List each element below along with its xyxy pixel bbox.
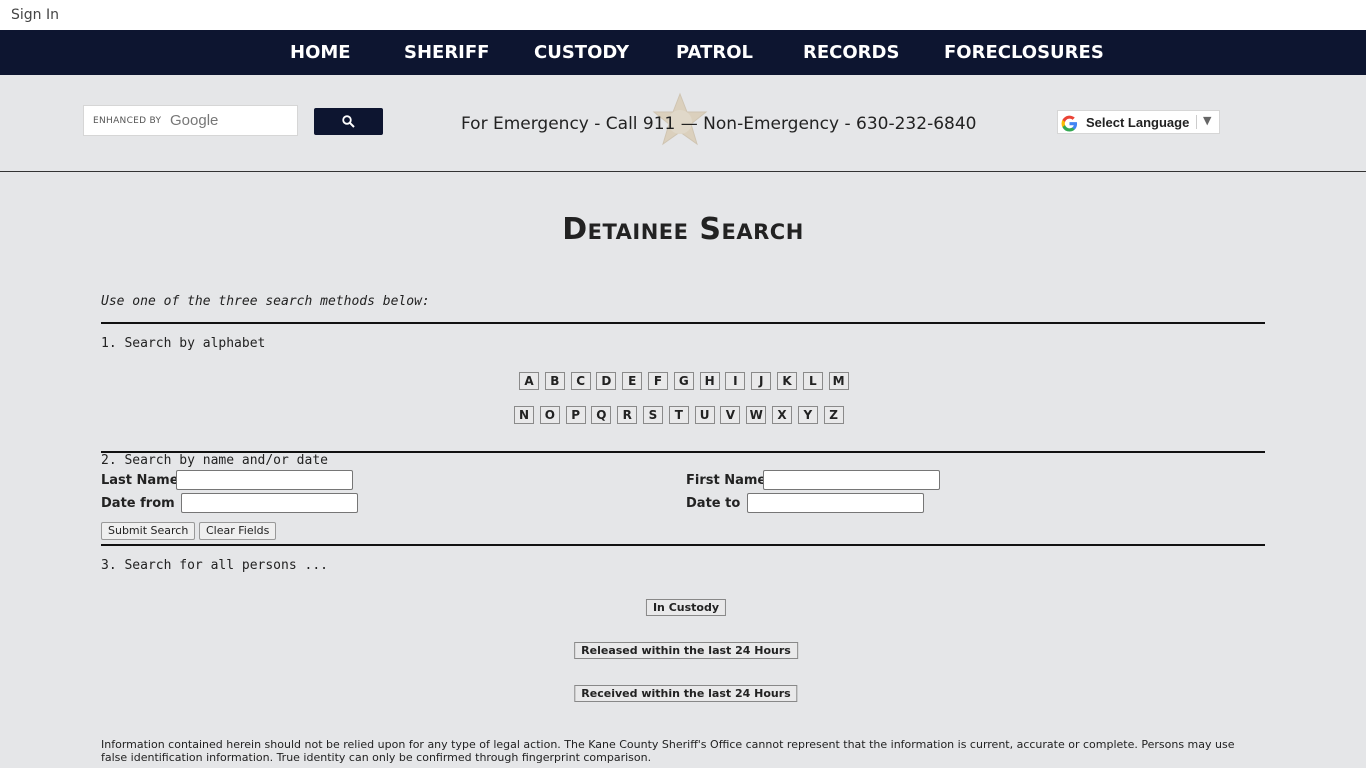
letter-button-k[interactable]: K [777, 372, 797, 390]
language-divider [1196, 115, 1197, 129]
date-to-field[interactable] [747, 493, 924, 513]
letter-button-b[interactable]: B [544, 372, 565, 390]
date-from-field[interactable] [181, 493, 358, 513]
date-to-label: Date to [686, 496, 741, 511]
in-custody-button[interactable]: In Custody [645, 599, 727, 616]
search-icon [342, 115, 355, 128]
alphabet-section-label: 1. Search by alphabet [101, 336, 266, 351]
emergency-phone-text: For Emergency - Call 911 — Non-Emergency… [461, 114, 977, 134]
language-select[interactable]: Select Language ▼ [1057, 110, 1220, 134]
letter-button-x[interactable]: X [772, 406, 792, 424]
letter-button-f[interactable]: F [648, 372, 668, 390]
last-name-label: Last Name [101, 473, 179, 488]
nav-custody[interactable]: CUSTODY [534, 42, 629, 63]
main-nav: HOME SHERIFF CUSTODY PATROL RECORDS FORE… [0, 30, 1366, 75]
letter-button-h[interactable]: H [699, 372, 720, 390]
letter-button-y[interactable]: Y [797, 406, 818, 424]
google-label: Google [170, 112, 219, 129]
nav-sheriff[interactable]: SHERIFF [404, 42, 489, 63]
top-bar: Sign In [0, 0, 1366, 30]
letter-button-a[interactable]: A [519, 372, 539, 390]
google-g-icon [1061, 115, 1078, 132]
disclaimer-text: Information contained herein should not … [101, 738, 1235, 764]
letter-button-o[interactable]: O [539, 406, 560, 424]
enhanced-by-label: ENHANCED BY [93, 116, 162, 126]
first-name-label: First Name [686, 473, 767, 488]
nav-records[interactable]: RECORDS [803, 42, 899, 63]
all-persons-section-label: 3. Search for all persons ... [101, 558, 328, 573]
letter-button-q[interactable]: Q [591, 406, 612, 424]
letter-button-r[interactable]: R [617, 406, 638, 424]
divider [101, 544, 1265, 546]
letter-button-g[interactable]: G [673, 372, 694, 390]
received-24h-button[interactable]: Received within the last 24 Hours [574, 685, 798, 702]
last-name-field[interactable] [176, 470, 353, 490]
submit-search-button[interactable]: Submit Search [101, 522, 196, 540]
nav-patrol[interactable]: PATROL [676, 42, 753, 63]
letter-button-w[interactable]: W [746, 406, 767, 424]
name-search-section-label: 2. Search by name and/or date [101, 453, 328, 468]
chevron-down-icon: ▼ [1203, 114, 1212, 127]
intro-text: Use one of the three search methods belo… [101, 294, 430, 309]
letter-button-e[interactable]: E [622, 372, 643, 390]
first-name-field[interactable] [763, 470, 940, 490]
letter-button-s[interactable]: S [643, 406, 663, 424]
letter-button-v[interactable]: V [720, 406, 741, 424]
letter-button-l[interactable]: L [802, 372, 823, 390]
released-24h-button[interactable]: Released within the last 24 Hours [574, 642, 798, 659]
letter-button-z[interactable]: Z [823, 406, 844, 424]
letter-button-d[interactable]: D [596, 372, 617, 390]
letter-button-t[interactable]: T [668, 406, 689, 424]
letter-button-j[interactable]: J [751, 372, 772, 390]
sign-in-link[interactable]: Sign In [11, 7, 59, 23]
clear-fields-button[interactable]: Clear Fields [199, 522, 277, 540]
language-select-label: Select Language [1086, 115, 1190, 130]
letter-button-i[interactable]: I [725, 372, 746, 390]
nav-foreclosures[interactable]: FORECLOSURES [944, 42, 1104, 63]
search-button[interactable] [314, 108, 383, 135]
letter-button-u[interactable]: U [694, 406, 715, 424]
letter-button-c[interactable]: C [570, 372, 591, 390]
site-search-input[interactable]: ENHANCED BY Google [83, 105, 298, 136]
letter-button-m[interactable]: M [828, 372, 849, 390]
date-from-label: Date from [101, 496, 175, 511]
letter-button-n[interactable]: N [514, 406, 534, 424]
page-title: Detainee Search [562, 212, 804, 247]
nav-home[interactable]: HOME [290, 42, 351, 63]
divider [101, 322, 1265, 324]
letter-button-p[interactable]: P [565, 406, 586, 424]
